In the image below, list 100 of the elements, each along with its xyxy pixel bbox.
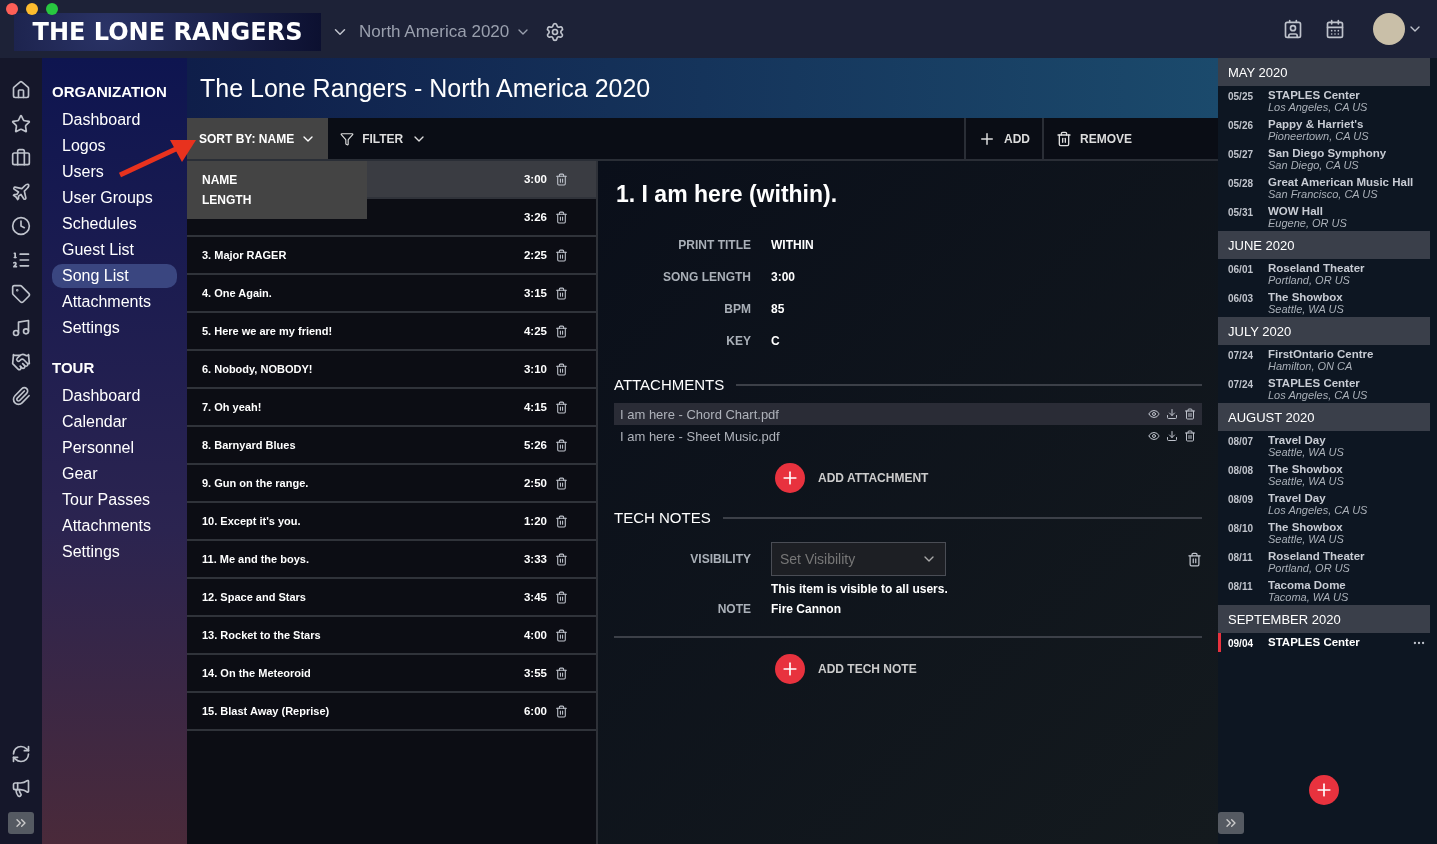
trash-icon[interactable] (555, 362, 568, 376)
eye-icon[interactable] (1148, 430, 1160, 442)
section-heading: ATTACHMENTS (614, 376, 725, 393)
filter-button[interactable]: FILTER (328, 118, 440, 159)
sort-option[interactable]: NAME (202, 173, 352, 187)
star-icon[interactable] (11, 114, 31, 134)
song-length: 5:26 (523, 439, 547, 451)
nav-item[interactable]: Settings (52, 316, 130, 340)
trash-icon[interactable] (555, 514, 568, 528)
schedule-event[interactable]: 05/31 WOW Hall Eugene, OR US (1218, 202, 1430, 231)
song-length: 3:45 (523, 591, 547, 603)
clock-icon[interactable] (11, 216, 31, 236)
nav-item[interactable]: Attachments (52, 514, 161, 538)
schedule-event[interactable]: 08/09 Travel Day Los Angeles, CA US (1218, 489, 1430, 518)
nav-item[interactable]: User Groups (52, 186, 163, 210)
trash-icon[interactable] (555, 248, 568, 262)
nav-item[interactable]: Logos (52, 134, 116, 158)
nav-item[interactable]: Settings (52, 540, 130, 564)
trash-icon[interactable] (555, 628, 568, 642)
download-icon[interactable] (1166, 408, 1178, 420)
attachment-row[interactable]: I am here - Chord Chart.pdf (614, 403, 1202, 425)
close-window-button[interactable] (6, 3, 18, 15)
schedule-event[interactable]: 08/11 Roseland Theater Portland, OR US (1218, 547, 1430, 576)
field-label: KEY (725, 334, 751, 350)
nav-item[interactable]: Personnel (52, 436, 145, 460)
nav-item[interactable]: Schedules (52, 212, 147, 236)
schedule-event[interactable]: 08/11 Tacoma Dome Tacoma, WA US (1218, 576, 1430, 605)
trash-icon[interactable] (555, 666, 568, 680)
trash-icon[interactable] (555, 400, 568, 414)
nav-item[interactable]: Tour Passes (52, 488, 161, 512)
song-length: 3:10 (523, 363, 547, 375)
song-length: 3:15 (523, 287, 547, 299)
plane-icon[interactable] (11, 182, 31, 202)
song-length: 3:00 (523, 173, 547, 185)
settings-icon[interactable] (545, 22, 566, 42)
song-title: 14. On the Meteoroid (202, 667, 311, 679)
music-note-icon[interactable] (11, 318, 31, 338)
schedule-event[interactable]: 08/08 The Showbox Seattle, WA US (1218, 460, 1430, 489)
trash-icon[interactable] (555, 172, 568, 186)
visibility-select[interactable]: Set Visibility (771, 542, 946, 576)
field-value: 85 (771, 302, 786, 318)
trash-icon[interactable] (555, 210, 568, 224)
minimize-window-button[interactable] (26, 3, 38, 15)
schedule-event[interactable]: 08/10 The Showbox Seattle, WA US (1218, 518, 1430, 547)
tour-selector[interactable]: North America 2020 (359, 22, 532, 42)
nav-item[interactable]: Guest List (52, 238, 145, 262)
trash-icon[interactable] (1187, 551, 1202, 567)
schedule-event[interactable]: 05/25 STAPLES Center Los Angeles, CA US (1218, 86, 1430, 115)
schedule-event[interactable]: 09/04 STAPLES Center (1218, 633, 1430, 652)
download-icon[interactable] (1166, 430, 1178, 442)
contact-card-icon[interactable] (1283, 19, 1303, 39)
add-tech-note-button[interactable]: ADD TECH NOTE (775, 654, 917, 684)
schedule-event[interactable]: 08/07 Travel Day Seattle, WA US (1218, 431, 1430, 460)
calendar-icon[interactable] (1325, 19, 1345, 39)
nav-item[interactable]: Gear (52, 462, 108, 486)
trash-icon[interactable] (555, 438, 568, 452)
add-attachment-button[interactable]: ADD ATTACHMENT (775, 463, 929, 493)
home-icon[interactable] (11, 80, 31, 100)
sort-button[interactable]: SORT BY: NAME (187, 118, 329, 159)
band-logo: THE LONE RANGERS (14, 13, 321, 51)
song-title: 9. Gun on the range. (202, 477, 309, 489)
trash-icon[interactable] (555, 476, 568, 490)
add-event-button[interactable] (1309, 775, 1339, 805)
trash-icon[interactable] (1184, 430, 1196, 442)
nav-item[interactable]: Dashboard (52, 108, 151, 132)
add-button[interactable]: ADD (964, 118, 1042, 159)
nav-item[interactable]: Calendar (52, 410, 137, 434)
eye-icon[interactable] (1148, 408, 1160, 420)
song-length: 4:00 (523, 629, 547, 641)
trash-icon[interactable] (555, 704, 568, 718)
trash-icon[interactable] (555, 324, 568, 338)
attachment-row[interactable]: I am here - Sheet Music.pdf (614, 425, 1202, 447)
schedule-event[interactable]: 05/28 Great American Music Hall San Francisco, CA US (1218, 173, 1430, 202)
expand-button[interactable] (1218, 812, 1244, 834)
trash-icon[interactable] (555, 590, 568, 604)
funnel-icon (340, 131, 355, 146)
paperclip-icon[interactable] (11, 386, 31, 406)
maximize-window-button[interactable] (46, 3, 58, 15)
schedule-event[interactable]: 05/26 Pappy & Harriet's Pioneertown, CA US (1218, 115, 1430, 144)
schedule-event[interactable]: 06/03 The Showbox Seattle, WA US (1218, 288, 1430, 317)
handshake-icon[interactable] (11, 352, 31, 372)
trash-icon[interactable] (555, 552, 568, 566)
schedule-event[interactable]: 07/24 STAPLES Center Los Angeles, CA US (1218, 374, 1430, 403)
schedule-event[interactable]: 07/24 FirstOntario Centre Hamilton, ON CA (1218, 345, 1430, 374)
expand-button[interactable] (8, 812, 34, 834)
schedule-event[interactable]: 06/01 Roseland Theater Portland, OR US (1218, 259, 1430, 288)
trash-icon[interactable] (1184, 408, 1196, 420)
song-title: 12. Space and Stars (202, 591, 306, 603)
schedule-event[interactable]: 05/27 San Diego Symphony San Diego, CA US (1218, 144, 1430, 173)
list-icon[interactable] (11, 250, 31, 270)
tag-icon[interactable] (11, 284, 31, 304)
nav-item[interactable]: Song List (52, 264, 177, 288)
nav-item[interactable]: Dashboard (52, 384, 151, 408)
refresh-icon[interactable] (11, 744, 31, 764)
avatar-placeholder[interactable] (1373, 13, 1405, 45)
nav-item[interactable]: Attachments (52, 290, 161, 314)
briefcase-icon[interactable] (11, 148, 31, 168)
megaphone-icon[interactable] (11, 778, 31, 798)
nav-item[interactable]: Users (52, 160, 114, 184)
trash-icon[interactable] (555, 286, 568, 300)
